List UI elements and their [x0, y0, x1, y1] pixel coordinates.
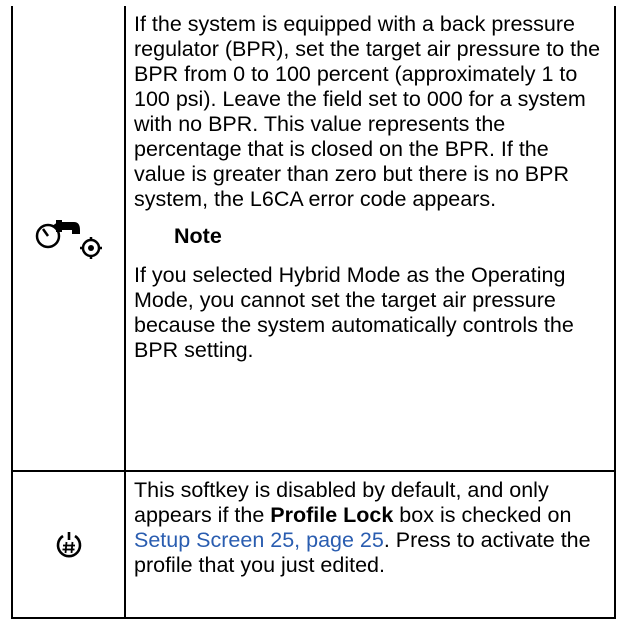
pressure-gauge-settings-icon: [35, 220, 102, 259]
bpr-description: If the system is equipped with a back pr…: [134, 12, 601, 211]
profile-lock-description: This softkey is disabled by default, and…: [134, 478, 606, 578]
icon-cell: [13, 472, 126, 617]
text-segment: box is checked on: [393, 503, 572, 527]
description-cell: This softkey is disabled by default, and…: [126, 472, 614, 617]
profile-activate-icon: [56, 531, 81, 557]
icon-cell: [13, 6, 126, 470]
softkey-table: If the system is equipped with a back pr…: [11, 6, 616, 619]
description-cell: If the system is equipped with a back pr…: [126, 6, 614, 470]
setup-screen-link[interactable]: Setup Screen 25, page 25: [134, 528, 384, 552]
table-row: This softkey is disabled by default, and…: [13, 470, 614, 619]
table-row: If the system is equipped with a back pr…: [13, 6, 614, 470]
note-heading: Note: [174, 224, 222, 248]
profile-lock-term: Profile Lock: [270, 503, 394, 527]
note-text: If you selected Hybrid Mode as the Opera…: [134, 263, 574, 362]
